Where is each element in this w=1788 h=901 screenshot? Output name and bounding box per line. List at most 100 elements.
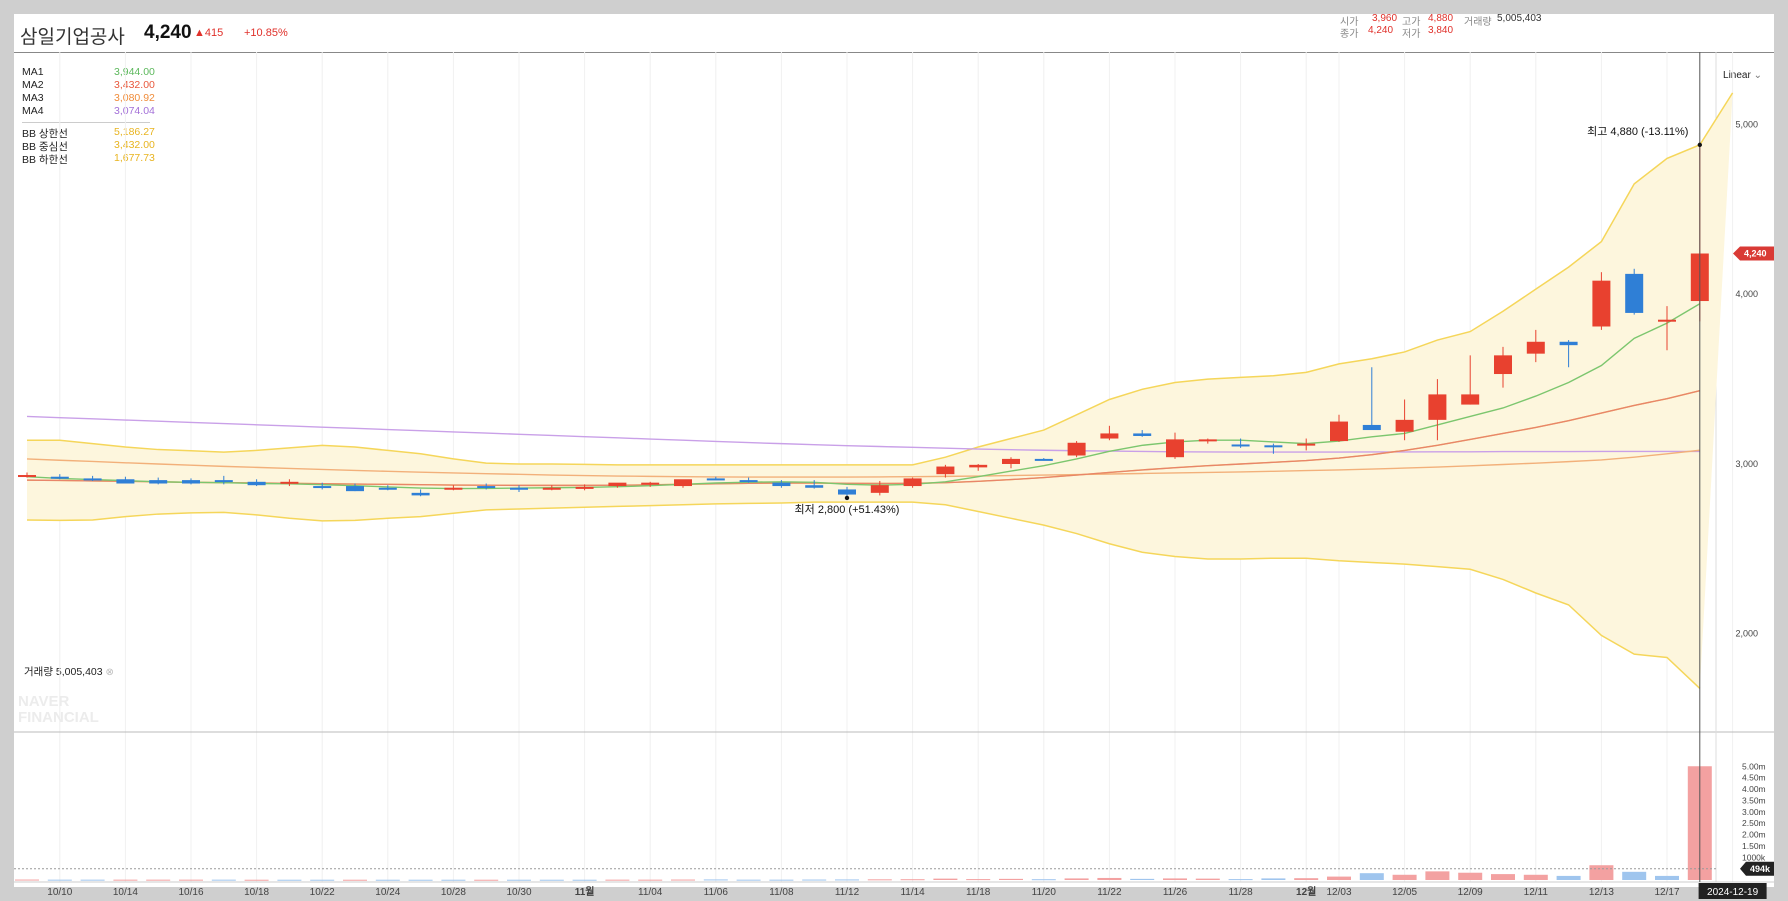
annotation-low: 최저 2,800 (+51.43%): [795, 503, 900, 516]
x-tick-label: 12/05: [1392, 887, 1417, 898]
volume-bar: [999, 878, 1023, 880]
candle-body: [1592, 280, 1611, 327]
volume-bar: [605, 879, 630, 881]
x-tick-label: 10/24: [375, 887, 400, 898]
x-tick-label: 11/26: [1163, 887, 1188, 898]
candle-body: [936, 466, 955, 475]
volume-bar: [1655, 875, 1679, 880]
candle-body: [674, 479, 692, 487]
candle-body: [772, 482, 791, 487]
candle-body: [1526, 341, 1545, 354]
volume-bar: [1359, 873, 1384, 880]
x-tick-label: 10/30: [506, 887, 531, 898]
candle-body: [1002, 458, 1020, 464]
x-tick-label: 10/10: [47, 887, 72, 898]
candle-body: [510, 487, 528, 490]
price-tick-label: 3,000: [1735, 459, 1758, 469]
candle-body: [542, 487, 561, 490]
volume-bar: [343, 879, 367, 881]
x-tick-label: 12/17: [1654, 887, 1679, 898]
volume-bar: [1294, 878, 1319, 880]
candle-body: [1625, 273, 1644, 313]
candle-body: [18, 475, 36, 478]
x-tick-label: 11/20: [1032, 887, 1057, 898]
candle-body: [50, 476, 69, 479]
price-tick-label: 2,000: [1735, 629, 1758, 639]
volume-bar: [1556, 875, 1581, 880]
volume-bar: [1031, 879, 1056, 881]
volume-bar: [1228, 879, 1253, 881]
volume-bar: [1261, 878, 1286, 880]
x-tick-label: 11/12: [835, 887, 860, 898]
volume-bar: [179, 879, 203, 881]
volume-bar: [1064, 878, 1089, 880]
volume-bar: [1163, 878, 1187, 880]
x-tick-label: 11/06: [704, 887, 729, 898]
volume-tick-label: 5.00m: [1742, 761, 1766, 771]
volume-bar: [671, 879, 695, 881]
volume-bar: [1523, 874, 1548, 880]
volume-bar: [1425, 871, 1450, 880]
volume-tick-label: 4.50m: [1742, 773, 1766, 783]
volume-bar: [1195, 878, 1220, 880]
volume-bar: [15, 879, 39, 881]
candle-body: [1428, 394, 1447, 420]
candle-body: [182, 480, 200, 484]
volume-bar: [408, 879, 433, 881]
candle-body: [969, 464, 988, 468]
volume-bar: [375, 879, 400, 881]
price-tick-label: 5,000: [1735, 120, 1758, 130]
volume-bars: [14, 766, 1716, 881]
volume-bar: [507, 879, 531, 881]
volume-bar: [1392, 874, 1417, 880]
volume-bar: [474, 879, 499, 881]
volume-bar: [211, 879, 236, 881]
candle-body: [149, 480, 168, 484]
x-tick-label: 12/03: [1326, 887, 1351, 898]
x-tick-label: 11/22: [1097, 887, 1122, 898]
candle-body: [1330, 421, 1348, 442]
current-date-label: 2024-12-19: [1707, 887, 1759, 898]
volume-bar: [146, 879, 171, 881]
candle-body: [1559, 341, 1578, 346]
volume-tick-label: 1.50m: [1742, 841, 1766, 851]
candle-body: [1362, 424, 1381, 431]
candle-body: [575, 486, 594, 489]
volume-bar: [736, 879, 761, 881]
volume-bar: [1589, 865, 1614, 880]
watermark-line2: FINANCIAL: [18, 709, 99, 726]
volume-bar: [835, 879, 859, 881]
x-tick-label: 11/14: [900, 887, 925, 898]
candle-body: [83, 478, 102, 481]
volume-bar: [769, 879, 794, 881]
price-volume-chart[interactable]: 2,000 3,000 4,000 5,000 1000k1.50m2.00m 2.50m…: [0, 0, 1788, 901]
volume-bar: [1458, 872, 1483, 880]
volume-bar: [900, 879, 925, 881]
candle-body: [1133, 433, 1152, 436]
x-tick-label: 11/08: [769, 887, 794, 898]
annotation-dot: [844, 495, 850, 501]
x-tick-label: 10/16: [178, 887, 203, 898]
volume-bar: [1491, 874, 1515, 880]
volume-tick-label: 3.00m: [1742, 807, 1766, 817]
candle-body: [280, 481, 299, 484]
candle-body: [477, 486, 496, 489]
x-tick-label: 12/13: [1589, 887, 1614, 898]
chart-window: 삼일기업공사 4,240 ▲415 +10.85% 시가 3,960 고가 4,…: [0, 0, 1788, 901]
candle-body: [739, 480, 758, 483]
candle-body: [378, 487, 397, 490]
volume-bar: [47, 879, 72, 881]
candle-body: [1067, 442, 1086, 456]
volume-bar: [933, 878, 958, 880]
candle-body: [444, 487, 463, 490]
x-tick-label: 10/14: [113, 887, 138, 898]
x-tick-label: 10/18: [244, 887, 269, 898]
candle-body: [247, 481, 266, 486]
candle-body: [116, 479, 135, 484]
candle-body: [1658, 319, 1676, 322]
candle-body: [608, 482, 627, 487]
candle-body: [1461, 394, 1480, 405]
candle-body: [1264, 445, 1283, 448]
x-tick-label: 12/09: [1458, 887, 1483, 898]
candle-body: [805, 485, 824, 488]
